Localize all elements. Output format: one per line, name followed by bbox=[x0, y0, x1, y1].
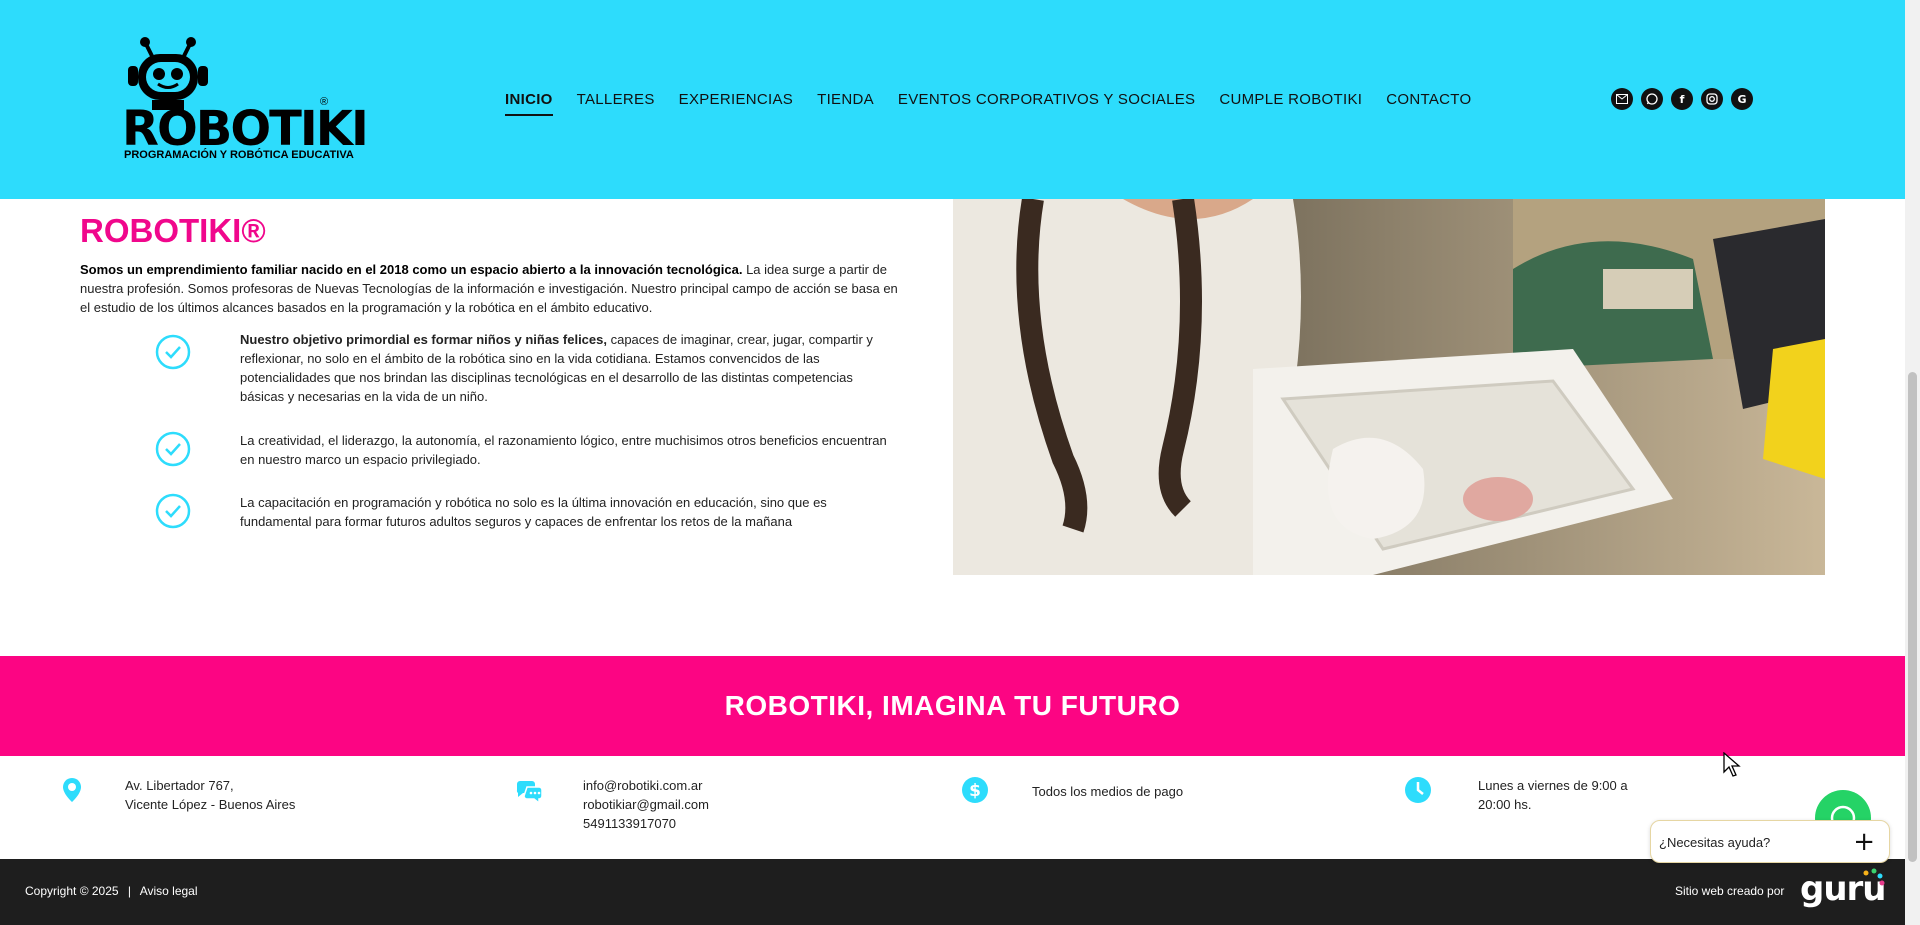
check-circle-icon bbox=[155, 334, 191, 370]
help-label: ¿Necesitas ayuda? bbox=[1659, 835, 1771, 850]
instagram-icon[interactable] bbox=[1701, 88, 1723, 110]
address: Av. Libertador 767, Vicente López - Buen… bbox=[125, 776, 295, 814]
phone-number[interactable]: 5491133917070 bbox=[583, 814, 709, 833]
footer-separator: | bbox=[127, 884, 132, 898]
opening-hours: Lunes a viernes de 9:00 a 20:00 hs. bbox=[1478, 776, 1628, 814]
contact-info-row: Av. Libertador 767, Vicente López - Buen… bbox=[0, 756, 1905, 859]
google-icon[interactable]: G bbox=[1731, 88, 1753, 110]
logo-registered-mark: ® bbox=[320, 96, 329, 108]
payment-methods: Todos los medios de pago bbox=[1032, 784, 1184, 799]
list-item-bold: Nuestro objetivo primordial es formar ni… bbox=[240, 332, 607, 347]
intro-title: ROBOTIKI® bbox=[80, 212, 266, 249]
address-line-1: Av. Libertador 767, bbox=[125, 778, 234, 793]
email-link-1[interactable]: info@robotiki.com.ar bbox=[583, 776, 709, 795]
site-header: ROBOTIKI ® PROGRAMACIÓN Y ROBÓTICA EDUCA… bbox=[0, 0, 1905, 199]
copyright-text: Copyright © 2025 bbox=[25, 884, 119, 898]
girl-with-robot-kit-image bbox=[953, 199, 1825, 575]
list-item-text: La creatividad, el liderazgo, la autonom… bbox=[240, 433, 887, 467]
email-link-2[interactable]: robotikiar@gmail.com bbox=[583, 795, 709, 814]
svg-text:$: $ bbox=[969, 781, 981, 801]
nav-item-inicio[interactable]: INICIO bbox=[505, 91, 553, 116]
robot-logo-icon bbox=[128, 37, 208, 110]
intro-paragraph: Somos un emprendimiento familiar nacido … bbox=[80, 260, 905, 317]
nav-item-eventos[interactable]: EVENTOS CORPORATIVOS Y SOCIALES bbox=[898, 91, 1195, 116]
tagline-banner: ROBOTIKI, IMAGINA TU FUTURO bbox=[0, 656, 1905, 756]
email-icon[interactable] bbox=[1611, 88, 1633, 110]
list-item: La capacitación en programación y robóti… bbox=[155, 493, 890, 531]
credit-text: Sitio web creado por bbox=[1675, 884, 1785, 898]
logo-tagline: PROGRAMACIÓN Y ROBÓTICA EDUCATIVA bbox=[124, 149, 354, 161]
site-footer: Copyright © 2025 | Aviso legal Sitio web… bbox=[0, 859, 1905, 925]
list-item-text: La capacitación en programación y robóti… bbox=[240, 495, 827, 529]
guru-dots-icon bbox=[1863, 868, 1885, 886]
address-line-2: Vicente López - Buenos Aires bbox=[125, 797, 296, 812]
intro-lead-bold: Somos un emprendimiento familiar nacido … bbox=[80, 262, 743, 277]
copyright-line: Copyright © 2025 | Aviso legal bbox=[25, 884, 198, 898]
contact-details: info@robotiki.com.ar robotikiar@gmail.co… bbox=[583, 776, 709, 833]
location-pin-icon bbox=[63, 778, 81, 802]
check-circle-icon bbox=[155, 493, 191, 529]
nav-item-contacto[interactable]: CONTACTO bbox=[1386, 91, 1471, 116]
mouse-cursor-icon bbox=[1723, 752, 1741, 777]
plus-icon[interactable]: + bbox=[1853, 827, 1875, 857]
page: ROBOTIKI ® PROGRAMACIÓN Y ROBÓTICA EDUCA… bbox=[0, 0, 1920, 925]
whatsapp-help-box[interactable]: ¿Necesitas ayuda? + bbox=[1650, 820, 1890, 863]
check-circle-icon bbox=[155, 431, 191, 467]
hours-line-2: 20:00 hs. bbox=[1478, 797, 1532, 812]
list-item-text: Nuestro objetivo primordial es formar ni… bbox=[240, 330, 890, 406]
nav-item-experiencias[interactable]: EXPERIENCIAS bbox=[679, 91, 793, 116]
whatsapp-icon[interactable] bbox=[1641, 88, 1663, 110]
logo-wordmark: ROBOTIKI bbox=[122, 101, 369, 157]
chat-bubbles-icon bbox=[516, 781, 543, 804]
banner-title: ROBOTIKI, IMAGINA TU FUTURO bbox=[724, 690, 1181, 721]
nav-item-talleres[interactable]: TALLERES bbox=[577, 91, 655, 116]
clock-icon bbox=[1405, 777, 1431, 803]
hours-line-1: Lunes a viernes de 9:00 a bbox=[1478, 778, 1628, 793]
facebook-icon[interactable]: f bbox=[1671, 88, 1693, 110]
hero-photo bbox=[953, 199, 1825, 575]
main-nav: INICIO TALLERES EXPERIENCIAS TIENDA EVEN… bbox=[505, 91, 1495, 116]
nav-item-tienda[interactable]: TIENDA bbox=[817, 91, 874, 116]
legal-link[interactable]: Aviso legal bbox=[140, 884, 198, 898]
site-logo[interactable]: ROBOTIKI ® PROGRAMACIÓN Y ROBÓTICA EDUCA… bbox=[104, 36, 369, 166]
list-item: Nuestro objetivo primordial es formar ni… bbox=[155, 330, 890, 406]
dollar-icon: $ bbox=[962, 777, 988, 803]
page-scrollbar[interactable] bbox=[1905, 0, 1920, 925]
scrollbar-thumb[interactable] bbox=[1908, 372, 1917, 862]
nav-item-cumple[interactable]: CUMPLE ROBOTIKI bbox=[1219, 91, 1362, 116]
list-item: La creatividad, el liderazgo, la autonom… bbox=[155, 431, 890, 469]
social-links: f G bbox=[1611, 88, 1753, 110]
